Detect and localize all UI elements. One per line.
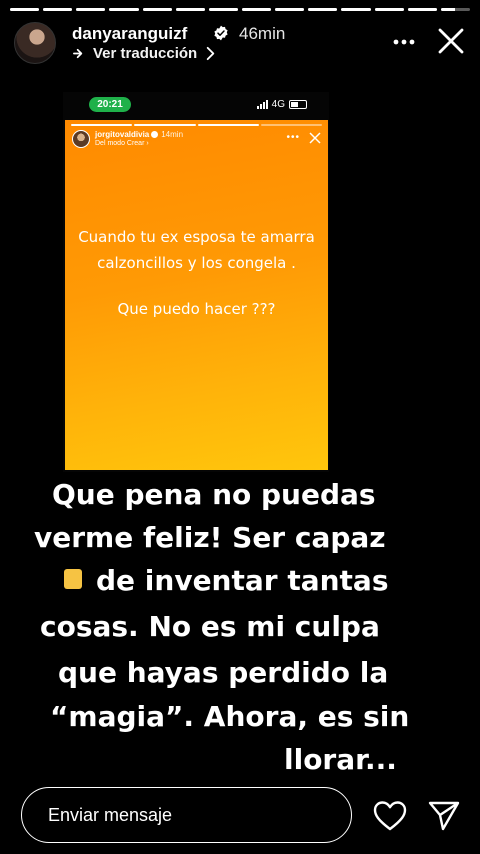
progress-segment [76,8,106,11]
heart-icon[interactable] [372,799,408,833]
progress-segment [241,8,272,11]
progress-segment [208,8,238,11]
caption-line-4: cosas. No es mi culpa [40,610,380,643]
caption-line-2: verme feliz! Ser capaz [34,521,386,554]
caption-line-1: Que pena no puedas [52,478,376,511]
progress-segment-fill [175,8,205,11]
battery-icon [289,100,307,109]
story-header: danyaranguizf 46min Ver traducción [14,20,466,70]
progress-segment [175,8,205,11]
caption-line-7: llorar... [284,743,397,776]
embedded-progress-bar [71,124,322,126]
verified-badge-icon [214,25,228,41]
embedded-verified-icon [151,131,159,139]
embedded-text-line-3: Que puedo hacer ??? [117,300,276,318]
embedded-close-icon [309,132,321,144]
avatar[interactable] [14,22,56,64]
embedded-text-line-1: Cuando tu ex esposa te amarra [78,228,315,246]
close-icon[interactable] [436,26,466,56]
progress-segment [308,8,338,11]
progress-segment-fill [407,8,437,11]
progress-segment-fill [76,8,106,11]
progress-segment [10,8,40,11]
embedded-story-card: jorgitovaldivia 14min Del modo Crear › ••… [65,120,328,470]
translate-link[interactable]: Ver traducción [72,45,218,62]
progress-segment [374,8,404,11]
embedded-username-row: jorgitovaldivia 14min [95,130,183,139]
translate-label: Ver traducción [93,45,198,62]
translate-arrow-icon [73,48,83,59]
progress-segment-fill [440,8,456,11]
progress-segment-fill [43,8,73,11]
caption-line-6: “magia”. Ahora, es sin [50,700,410,733]
progress-segment-fill [142,8,172,11]
progress-segment [407,8,437,11]
progress-segment-fill [208,8,238,11]
message-input[interactable] [48,788,328,842]
caption-line-5: que hayas perdido la [58,656,389,689]
progress-segment-fill [275,8,305,11]
embedded-text-line-2: calzoncillos y los congela . [97,254,296,272]
progress-segment-fill [374,8,404,11]
progress-segment-fill [241,8,272,11]
progress-segment-fill [10,8,40,11]
embedded-more-icon: ••• [286,132,300,143]
progress-segment [275,8,305,11]
embedded-status-bar: 20:21 4G [63,92,329,118]
progress-segment [109,8,139,11]
story-progress-bar [10,8,470,11]
progress-segment [142,8,172,11]
post-time: 46min [239,24,286,43]
signal-icon [256,100,268,109]
network-label: 4G [271,99,285,110]
send-icon[interactable] [426,799,462,833]
message-box[interactable] [21,787,352,843]
embedded-subtitle-text: Del modo Crear [95,140,145,147]
caption-line-3: de inventar tantas [96,564,389,597]
more-options-icon[interactable] [390,30,418,54]
username[interactable]: danyaranguizf [72,24,187,44]
progress-segment-fill [308,8,338,11]
embedded-screenshot: 20:21 4G jorgitovaldivia 14min Del modo C… [63,92,329,472]
status-time-pill: 20:21 [89,97,131,112]
progress-segment-fill [109,8,139,11]
note-icon [64,569,82,589]
progress-segment [43,8,73,11]
system-indicators: 4G [256,99,307,110]
embedded-subtitle: Del modo Crear › [95,140,149,147]
chevron-right-icon [206,46,215,61]
progress-segment [341,8,371,11]
embedded-time: 14min [161,130,184,139]
progress-segment [440,8,470,11]
embedded-avatar [72,130,90,148]
progress-segment-fill [341,8,371,11]
embedded-username: jorgitovaldivia [95,130,150,139]
